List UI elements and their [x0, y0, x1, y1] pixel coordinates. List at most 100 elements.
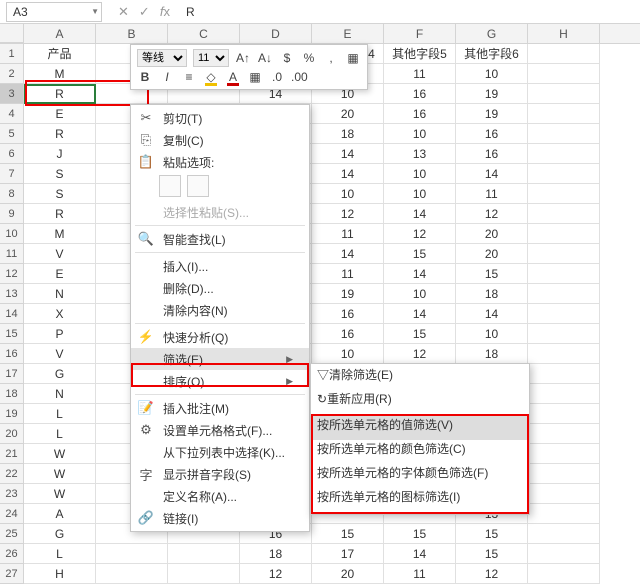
cell[interactable]: 20 [456, 224, 528, 244]
row-header[interactable]: 12 [0, 264, 24, 284]
cell[interactable]: L [24, 544, 96, 564]
cell[interactable] [528, 44, 600, 64]
cell[interactable]: 16 [312, 324, 384, 344]
cell[interactable]: 12 [456, 204, 528, 224]
row-header[interactable]: 26 [0, 544, 24, 564]
row-header[interactable]: 7 [0, 164, 24, 184]
menu-format-cells[interactable]: ⚙设置单元格格式(F)... [131, 419, 309, 441]
cell[interactable] [528, 264, 600, 284]
cell[interactable]: 14 [312, 244, 384, 264]
menu-insert[interactable]: 插入(I)... [131, 255, 309, 277]
cell[interactable]: 16 [456, 144, 528, 164]
row-header[interactable]: 19 [0, 404, 24, 424]
row-header[interactable]: 13 [0, 284, 24, 304]
cell[interactable] [528, 124, 600, 144]
cell[interactable]: 20 [312, 104, 384, 124]
cell[interactable]: 15 [384, 524, 456, 544]
cell[interactable]: 10 [384, 284, 456, 304]
cell[interactable] [528, 544, 600, 564]
cell[interactable]: H [24, 564, 96, 584]
cell[interactable] [528, 184, 600, 204]
cell[interactable] [96, 564, 168, 584]
cell[interactable]: R [24, 84, 96, 104]
row-header[interactable]: 24 [0, 504, 24, 524]
cell[interactable] [528, 504, 600, 524]
cell[interactable]: 19 [312, 284, 384, 304]
cell[interactable]: N [24, 284, 96, 304]
cell[interactable]: S [24, 184, 96, 204]
cell[interactable]: S [24, 164, 96, 184]
cell[interactable]: 12 [384, 344, 456, 364]
cell[interactable]: 15 [456, 264, 528, 284]
row-header[interactable]: 10 [0, 224, 24, 244]
cell[interactable]: 16 [456, 124, 528, 144]
cell[interactable]: 10 [384, 164, 456, 184]
font-color-icon[interactable]: A [225, 69, 241, 85]
submenu-filter-by-icon[interactable]: 按所选单元格的图标筛选(I) [311, 488, 529, 512]
cell[interactable]: 14 [384, 304, 456, 324]
cell[interactable] [528, 324, 600, 344]
cell[interactable] [528, 144, 600, 164]
cell[interactable]: V [24, 344, 96, 364]
cell[interactable]: R [24, 204, 96, 224]
cell[interactable]: 11 [384, 64, 456, 84]
cell[interactable]: 11 [456, 184, 528, 204]
italic-button[interactable]: I [159, 69, 175, 85]
increase-font-icon[interactable]: A↑ [235, 50, 251, 66]
menu-quick-analysis[interactable]: ⚡快速分析(Q) [131, 326, 309, 348]
cell[interactable] [528, 64, 600, 84]
cell[interactable]: N [24, 384, 96, 404]
cell[interactable] [168, 544, 240, 564]
cell[interactable] [528, 304, 600, 324]
cell[interactable]: 15 [312, 524, 384, 544]
cell[interactable]: W [24, 484, 96, 504]
bold-button[interactable]: B [137, 69, 153, 85]
decimal-decrease-icon[interactable]: .00 [291, 69, 307, 85]
menu-insert-comment[interactable]: 📝插入批注(M) [131, 397, 309, 419]
fx-icon[interactable]: fx [160, 4, 170, 19]
cell[interactable]: 11 [312, 224, 384, 244]
formula-input[interactable]: R [176, 5, 640, 19]
row-header[interactable]: 18 [0, 384, 24, 404]
row-header[interactable]: 27 [0, 564, 24, 584]
cell[interactable]: L [24, 404, 96, 424]
cell[interactable]: 18 [312, 124, 384, 144]
cell[interactable]: 14 [312, 164, 384, 184]
align-icon[interactable]: ≡ [181, 69, 197, 85]
cell[interactable]: 14 [312, 144, 384, 164]
row-header[interactable]: 9 [0, 204, 24, 224]
cell[interactable] [528, 104, 600, 124]
fill-color-icon[interactable]: ◇ [203, 69, 219, 85]
row-header[interactable]: 20 [0, 424, 24, 444]
format-painter-icon[interactable]: ▦ [345, 50, 361, 66]
cell[interactable]: 18 [240, 544, 312, 564]
cell[interactable]: 20 [312, 564, 384, 584]
accounting-format-icon[interactable]: $ [279, 50, 295, 66]
submenu-filter-by-color[interactable]: 按所选单元格的颜色筛选(C) [311, 440, 529, 464]
cell[interactable]: P [24, 324, 96, 344]
cell[interactable] [528, 344, 600, 364]
cell[interactable]: 其他字段5 [384, 44, 456, 64]
name-box[interactable]: A3 ▼ [6, 2, 102, 22]
font-size-select[interactable]: 11 [193, 49, 229, 67]
cell[interactable] [168, 564, 240, 584]
cell[interactable]: E [24, 264, 96, 284]
row-header[interactable]: 1 [0, 44, 24, 64]
cell[interactable] [96, 544, 168, 564]
submenu-filter-by-font-color[interactable]: 按所选单元格的字体颜色筛选(F) [311, 464, 529, 488]
cell[interactable]: L [24, 424, 96, 444]
cell[interactable]: 19 [456, 104, 528, 124]
cell[interactable] [528, 384, 600, 404]
row-header[interactable]: 2 [0, 64, 24, 84]
cell[interactable]: R [24, 124, 96, 144]
cell[interactable]: 10 [384, 124, 456, 144]
cell[interactable]: E [24, 104, 96, 124]
cell[interactable]: 10 [384, 184, 456, 204]
cell[interactable]: 其他字段6 [456, 44, 528, 64]
cell[interactable] [528, 464, 600, 484]
menu-link[interactable]: 🔗链接(I) [131, 507, 309, 529]
row-header[interactable]: 5 [0, 124, 24, 144]
cell[interactable]: M [24, 64, 96, 84]
cell[interactable] [528, 564, 600, 584]
cell[interactable]: 20 [456, 244, 528, 264]
